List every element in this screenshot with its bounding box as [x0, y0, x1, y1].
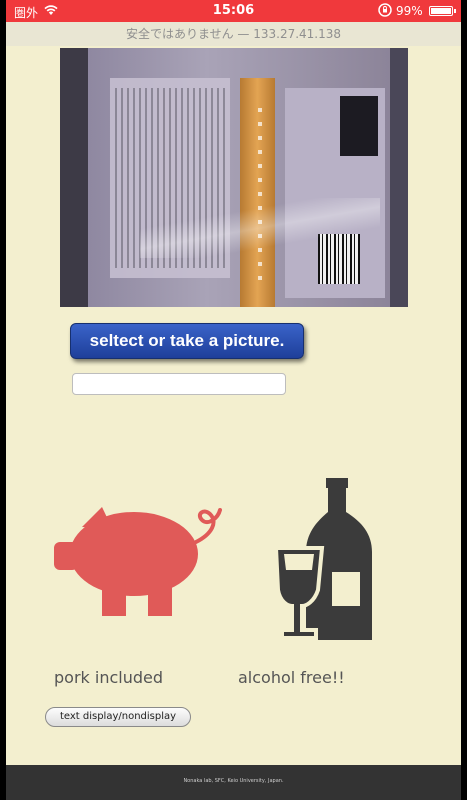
address-bar[interactable]: 安全ではありません — 133.27.41.138 — [6, 22, 461, 46]
alcohol-status-label: alcohol free!! — [238, 668, 345, 687]
clock: 15:06 — [212, 3, 255, 18]
pig-icon — [52, 502, 222, 617]
file-name-field[interactable] — [72, 373, 286, 395]
pork-status-label: pork included — [54, 668, 163, 687]
select-picture-button[interactable]: seltect or take a picture. — [70, 323, 304, 359]
battery-percent: 99% — [396, 4, 423, 18]
app-frame: 圏外 15:06 99% 安全ではありません — 133.27.41.138 s… — [6, 0, 461, 800]
product-photo — [60, 48, 408, 307]
text-display-toggle-button[interactable]: text display/nondisplay — [45, 707, 191, 727]
address-text: 安全ではありません — 133.27.41.138 — [125, 27, 342, 41]
wine-bottle-glass-icon — [270, 478, 372, 642]
battery-icon — [429, 6, 456, 16]
status-bar: 圏外 15:06 99% — [6, 0, 461, 22]
footer: Nonaka lab, SFC, Keio University, Japan. — [6, 765, 461, 800]
battery-fill — [431, 8, 451, 14]
orientation-lock-icon — [378, 3, 392, 20]
footer-credit: Nonaka lab, SFC, Keio University, Japan. — [183, 778, 284, 784]
